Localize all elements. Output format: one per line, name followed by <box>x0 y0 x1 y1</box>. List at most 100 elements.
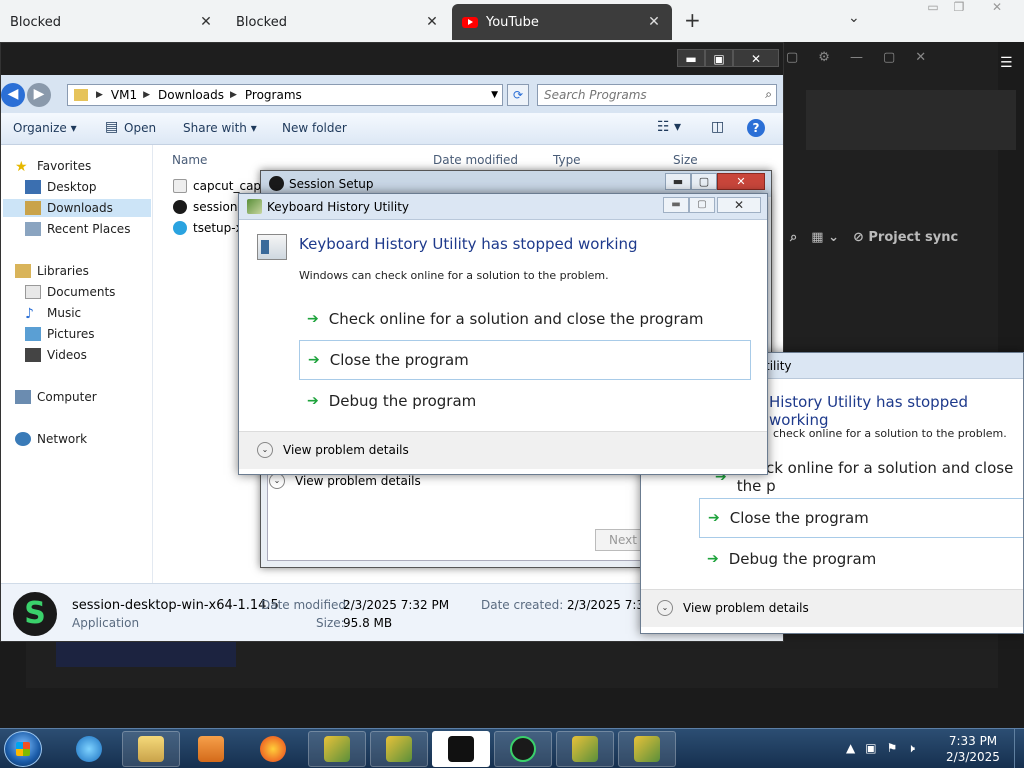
option-check-online[interactable]: ➔ Check online for a solution and close … <box>299 299 749 339</box>
clock-time: 7:33 PM <box>948 734 998 748</box>
nav-recent-places[interactable]: Recent Places <box>25 220 130 238</box>
music-icon: ♪ <box>25 306 34 322</box>
minimize-icon[interactable]: ▭ <box>920 0 946 14</box>
breadcrumb-vm1[interactable]: VM1 <box>111 88 137 102</box>
setup-view-problem-details[interactable]: ⌄ View problem details <box>269 473 421 489</box>
search-icon[interactable]: ⌕ <box>765 87 772 102</box>
clock[interactable]: 7:33 PM 2/3/2025 <box>940 733 1006 765</box>
new-tab-button[interactable]: + <box>684 8 701 32</box>
maximize-icon[interactable]: ▢ <box>883 50 895 65</box>
option-debug-program[interactable]: ➔ Debug the program <box>299 381 749 421</box>
dialog-title: tility <box>765 359 792 373</box>
new-folder-button[interactable]: New folder <box>282 121 347 135</box>
minimize-icon[interactable]: ▬ <box>663 197 689 213</box>
nav-videos[interactable]: Videos <box>25 346 87 364</box>
nav-documents[interactable]: Documents <box>25 283 115 301</box>
view-options-icon[interactable]: ☷ ▾ <box>657 119 681 135</box>
address-bar[interactable]: ▶ VM1 ▶ Downloads ▶ Programs ▼ <box>67 84 503 106</box>
nav-desktop[interactable]: Desktop <box>25 178 97 196</box>
column-name[interactable]: Name <box>172 153 207 167</box>
nav-label: Libraries <box>37 264 89 278</box>
network-icon[interactable]: ▣ <box>865 741 876 756</box>
nav-downloads[interactable]: Downloads <box>3 199 151 217</box>
maximize-icon[interactable]: ▢ <box>691 173 717 190</box>
search-icon[interactable]: ⌕ <box>790 230 797 245</box>
close-icon[interactable]: ✕ <box>717 173 765 190</box>
organize-button[interactable]: Organize ▾ <box>13 121 77 135</box>
open-button[interactable]: Open <box>124 121 156 135</box>
app-icon <box>386 736 412 762</box>
app-icon <box>324 736 350 762</box>
show-hidden-icons-icon[interactable]: ▲ <box>846 741 855 756</box>
details-filename: session-desktop-win-x64-1.14.5 <box>72 598 279 613</box>
nav-favorites[interactable]: ★ Favorites <box>15 157 91 175</box>
minimize-icon[interactable]: ▬ <box>665 173 691 190</box>
action-center-icon[interactable]: ⚑ <box>887 741 898 756</box>
grid-icon[interactable]: ▦ ⌄ <box>811 230 839 245</box>
chevron-down-icon[interactable]: ▼ <box>491 90 498 100</box>
share-with-button[interactable]: Share with ▾ <box>183 121 257 135</box>
minimize-icon[interactable]: ▬ <box>677 49 705 67</box>
file-name: capcut_capc <box>193 179 268 193</box>
option-debug-program[interactable]: ➔ Debug the program <box>699 539 1019 579</box>
breadcrumb-programs[interactable]: Programs <box>245 88 302 102</box>
column-date-modified[interactable]: Date modified <box>433 153 518 167</box>
refresh-button[interactable]: ⟳ <box>507 84 529 106</box>
nav-pictures[interactable]: Pictures <box>25 325 95 343</box>
taskbar-firefox[interactable] <box>244 731 302 767</box>
column-size[interactable]: Size <box>673 153 698 167</box>
forward-button[interactable]: ▶ <box>27 83 51 107</box>
nav-computer[interactable]: Computer <box>15 388 97 406</box>
taskbar-capcut[interactable] <box>432 731 490 767</box>
installer-icon <box>173 179 187 193</box>
search-input[interactable] <box>538 85 748 105</box>
taskbar-explorer[interactable] <box>122 731 180 767</box>
close-icon[interactable]: ✕ <box>642 14 666 30</box>
close-icon[interactable]: ✕ <box>717 197 761 213</box>
view-problem-details[interactable]: ⌄ View problem details <box>257 442 409 458</box>
taskbar-keyboard-history-3[interactable] <box>556 731 614 767</box>
firefox-icon <box>260 736 286 762</box>
tab-blocked-2[interactable]: Blocked ✕ <box>226 4 450 40</box>
project-sync-button[interactable]: ⊘ Project sync <box>853 230 958 245</box>
option-close-program[interactable]: ➔ Close the program <box>699 498 1023 538</box>
maximize-icon[interactable]: ▣ <box>705 49 733 67</box>
taskbar-internet-explorer[interactable] <box>60 731 118 767</box>
start-button[interactable] <box>4 731 42 767</box>
tab-search-button[interactable]: ⌄ <box>848 10 860 26</box>
option-close-program[interactable]: ➔ Close the program <box>299 340 751 380</box>
restore-icon[interactable]: ❐ <box>946 0 972 14</box>
column-type[interactable]: Type <box>553 153 581 167</box>
minimize-icon[interactable]: — <box>850 50 863 65</box>
tab-youtube[interactable]: YouTube ✕ <box>452 4 672 40</box>
close-icon[interactable]: ✕ <box>733 49 779 67</box>
nav-network[interactable]: Network <box>15 430 87 448</box>
show-desktop-button[interactable] <box>1014 729 1024 768</box>
close-icon[interactable]: ✕ <box>984 0 1010 14</box>
taskbar-keyboard-history-1[interactable] <box>308 731 366 767</box>
help-icon[interactable]: ? <box>747 119 765 137</box>
feedback-icon[interactable]: ▢ <box>786 50 798 65</box>
details-date-modified-label: Date modified: <box>261 598 351 612</box>
view-problem-details[interactable]: ⌄ View problem details <box>657 600 809 616</box>
close-icon[interactable]: ✕ <box>420 14 444 30</box>
tab-blocked-1[interactable]: Blocked ✕ <box>0 4 224 40</box>
taskbar-media-player[interactable] <box>182 731 240 767</box>
close-icon[interactable]: ✕ <box>915 50 926 65</box>
chevron-right-icon: ▶ <box>229 90 237 100</box>
menu-icon[interactable]: ☰ <box>1000 55 1013 71</box>
nav-libraries[interactable]: Libraries <box>15 262 89 280</box>
dialog-footer: ⌄ View problem details <box>641 589 1023 627</box>
breadcrumb-downloads[interactable]: Downloads <box>158 88 224 102</box>
preview-pane-icon[interactable]: ◫ <box>711 119 724 135</box>
volume-muted-icon[interactable]: 🕨 <box>907 741 915 756</box>
maximize-icon[interactable]: ▢ <box>689 197 715 213</box>
videos-icon <box>25 348 41 362</box>
nav-music[interactable]: ♪ Music <box>25 304 81 322</box>
back-button[interactable]: ◀ <box>1 83 25 107</box>
taskbar-keyboard-history-2[interactable] <box>370 731 428 767</box>
taskbar-keyboard-history-4[interactable] <box>618 731 676 767</box>
taskbar-session[interactable] <box>494 731 552 767</box>
close-icon[interactable]: ✕ <box>194 14 218 30</box>
settings-icon[interactable]: ⚙ <box>818 50 830 65</box>
